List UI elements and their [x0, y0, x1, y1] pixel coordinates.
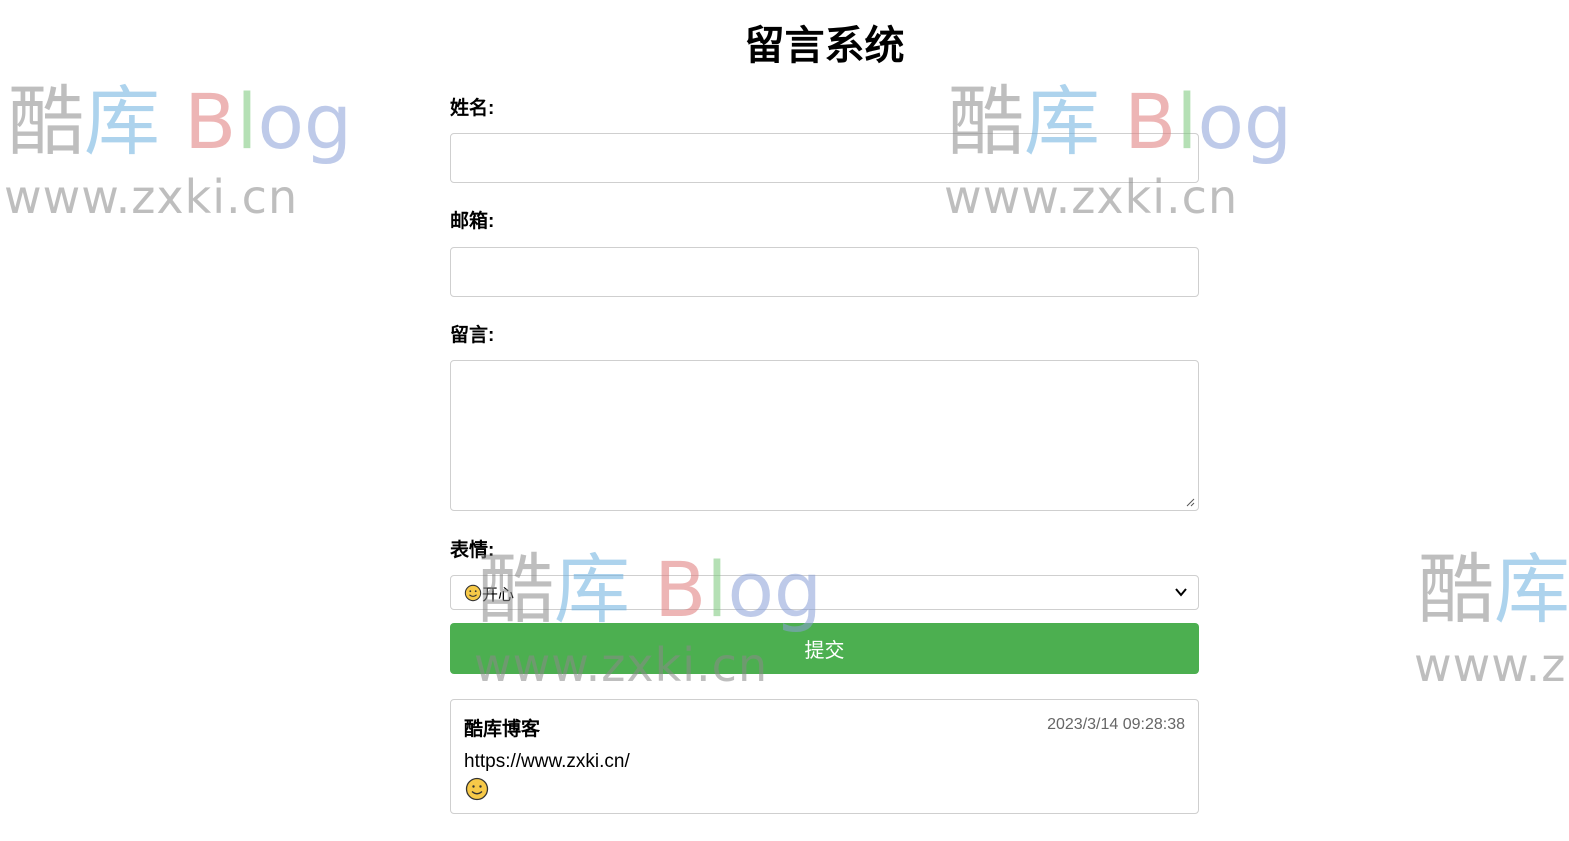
- page-title: 留言系统: [744, 24, 905, 68]
- page: 留言系统 姓名: 邮箱: 留言: 表情: 开心 提交 酷库博客 2023/3/1…: [0, 0, 1569, 841]
- message-textarea[interactable]: [450, 360, 1199, 511]
- message-author: 酷库博客: [464, 719, 541, 740]
- message-card: 酷库博客 2023/3/14 09:28:38 https://www.zxki…: [450, 699, 1199, 814]
- chevron-down-icon: [1175, 588, 1187, 597]
- watermark-logo: 酷库 Blog: [8, 77, 353, 166]
- message-text: https://www.zxki.cn/: [464, 751, 630, 772]
- message-timestamp: 2023/3/14 09:28:38: [1047, 716, 1185, 733]
- resize-handle-icon[interactable]: [1185, 497, 1195, 507]
- submit-button[interactable]: 提交: [450, 623, 1199, 674]
- watermark-url: www.z: [1414, 638, 1567, 692]
- watermark-logo: 酷库: [1418, 545, 1569, 634]
- emoji-label: 表情:: [450, 540, 495, 561]
- watermark-url: www.zxki.cn: [4, 170, 299, 224]
- message-label: 留言:: [450, 325, 495, 346]
- name-input[interactable]: [450, 133, 1199, 183]
- email-input[interactable]: [450, 247, 1199, 297]
- smile-icon: [464, 584, 482, 601]
- name-label: 姓名:: [450, 98, 495, 119]
- emoji-select-value: 开心: [482, 586, 515, 604]
- emoji-select[interactable]: 开心: [450, 575, 1199, 610]
- smile-icon: [465, 777, 489, 801]
- email-label: 邮箱:: [450, 211, 495, 232]
